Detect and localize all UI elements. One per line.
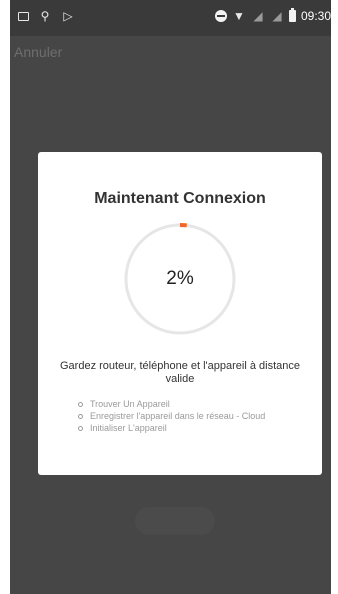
step-list: Trouver Un Appareil Enregistrer l'appare… xyxy=(78,398,265,434)
step-bullet-icon xyxy=(78,413,83,419)
step-bullet-icon xyxy=(78,401,83,407)
step-bullet-icon xyxy=(78,425,83,431)
play-icon: ▷ xyxy=(63,9,73,23)
wifi-icon: ▼ xyxy=(233,9,245,23)
connection-dialog: Maintenant Connexion 2% Gardez routeur, … xyxy=(38,152,322,475)
step-item: Trouver Un Appareil xyxy=(78,398,265,410)
dialog-title: Maintenant Connexion xyxy=(94,190,266,207)
progress-percent: 2% xyxy=(166,268,194,289)
dnd-icon xyxy=(214,10,227,22)
step-label: Initialiser L'appareil xyxy=(90,423,167,433)
status-right-icons: ▼ ◢ ◢ 09:30 xyxy=(214,8,331,23)
signal-icon: ◢ xyxy=(253,9,263,23)
step-label: Trouver Un Appareil xyxy=(90,399,170,409)
background-button xyxy=(135,507,215,535)
photo-icon xyxy=(18,11,29,21)
signal-icon: ◢ xyxy=(272,9,282,23)
status-bar: ⚲ ▷ ▼ ◢ ◢ 09:30 xyxy=(10,0,331,36)
battery-icon xyxy=(288,8,296,22)
status-left-icons: ⚲ ▷ xyxy=(18,9,75,23)
phone-screen: ⚲ ▷ ▼ ◢ ◢ 09:30 Annuler Maintenant Conne… xyxy=(10,0,331,594)
status-time: 09:30 xyxy=(300,9,331,23)
cancel-button[interactable]: Annuler xyxy=(14,44,62,60)
distance-hint: Gardez routeur, téléphone et l'appareil … xyxy=(60,360,300,385)
usb-icon: ⚲ xyxy=(40,9,50,23)
step-item: Enregistrer l'appareil dans le réseau - … xyxy=(78,410,265,422)
step-label: Enregistrer l'appareil dans le réseau - … xyxy=(90,411,266,421)
step-item: Initialiser L'appareil xyxy=(78,422,265,434)
